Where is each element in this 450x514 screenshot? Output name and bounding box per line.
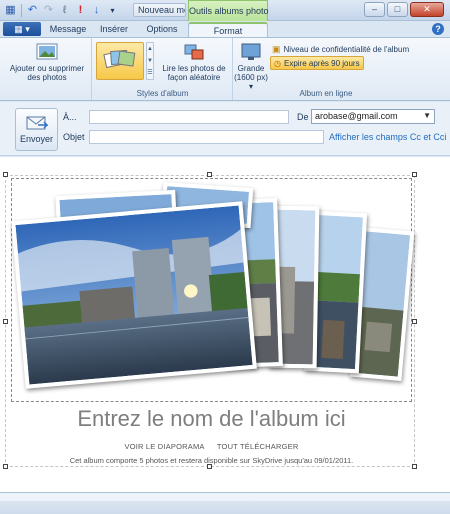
- send-button[interactable]: Envoyer: [15, 108, 58, 151]
- privacy-label: Niveau de confidentialité de l'album: [283, 44, 410, 54]
- to-field[interactable]: [89, 110, 289, 124]
- shuffle-photos-icon: [183, 42, 205, 62]
- message-body[interactable]: Entrez le nom de l'album ici VOIR LE DIA…: [0, 157, 450, 492]
- subject-label: Objet: [63, 132, 85, 142]
- maximize-button[interactable]: □: [387, 2, 408, 17]
- chevron-down-icon: ▼: [423, 111, 431, 120]
- photo-size-label: Grande (1600 px): [234, 64, 268, 82]
- window-title: Nouveau me...: [133, 3, 186, 17]
- priority-high-icon[interactable]: !: [74, 4, 87, 17]
- title-bar: ▦ ↶ ↷ ℓ ! ↓ ▾ Nouveau me... Outils album…: [0, 0, 450, 21]
- attach-icon[interactable]: ℓ: [58, 4, 71, 17]
- from-label: De: [297, 112, 309, 122]
- to-label[interactable]: À...: [63, 112, 77, 122]
- from-select[interactable]: arobase@gmail.com ▼: [311, 109, 435, 124]
- album-styles-group: ▲ ▼ ☰ Lire les photos de façon aléatoire S…: [93, 38, 233, 100]
- album-style-selected[interactable]: [96, 42, 144, 80]
- ribbon: Ajouter ou supprimer des photos ▲ ▼ ☰ Lire…: [0, 37, 450, 101]
- random-order-button[interactable]: Lire les photos de façon aléatoire: [157, 42, 231, 82]
- minimize-button[interactable]: –: [364, 2, 385, 17]
- monitor-icon: [240, 42, 262, 62]
- photos-group: Ajouter ou supprimer des photos: [0, 38, 92, 100]
- undo-icon[interactable]: ↶: [26, 4, 39, 17]
- album-links: VOIR LE DIAPORAMA TOUT TÉLÉCHARGER: [11, 442, 412, 451]
- save-icon[interactable]: ▦: [4, 4, 17, 17]
- tab-options[interactable]: Options: [140, 22, 184, 37]
- tab-inserer[interactable]: Insérer: [92, 22, 136, 37]
- show-cc-link[interactable]: Afficher les champs Cc et Cci: [329, 132, 446, 142]
- horizontal-scrollbar[interactable]: [0, 493, 450, 501]
- app-menu-button[interactable]: ▦ ▾: [3, 22, 41, 36]
- priority-low-icon[interactable]: ↓: [90, 4, 103, 17]
- styles-group-label: Styles d'album: [136, 89, 189, 98]
- subject-field[interactable]: [89, 130, 324, 144]
- album-title-input[interactable]: Entrez le nom de l'album ici: [11, 406, 412, 432]
- download-all-link[interactable]: TOUT TÉLÉCHARGER: [217, 442, 299, 451]
- collage-style-icon: [103, 49, 136, 69]
- online-group-label: Album en ligne: [299, 89, 353, 98]
- window-controls: – □ ✕: [364, 2, 444, 17]
- customize-toolbar-icon[interactable]: ▾: [106, 4, 119, 17]
- tab-message[interactable]: Message: [46, 22, 90, 37]
- resize-handle[interactable]: [3, 464, 8, 469]
- photo-collage[interactable]: [11, 178, 415, 402]
- album-note: Cet album comporte 5 photos et restera d…: [69, 456, 354, 465]
- context-title: Outils albums photo: [188, 0, 269, 21]
- expiry-label: Expire après 90 jours: [283, 58, 360, 68]
- send-label: Envoyer: [19, 134, 54, 144]
- album-photo[interactable]: [11, 201, 257, 389]
- resize-handle[interactable]: [3, 319, 8, 324]
- online-album-group: Grande (1600 px) ▾ ▣ Niveau de confident…: [234, 38, 418, 100]
- quick-access-toolbar: ▦ ↶ ↷ ℓ ! ↓ ▾: [4, 2, 119, 19]
- resize-handle[interactable]: [3, 172, 8, 177]
- tab-format[interactable]: Format: [188, 22, 268, 38]
- resize-handle[interactable]: [412, 464, 417, 469]
- ribbon-tabs: ▦ ▾ Message Insérer Options Format ?: [0, 21, 450, 38]
- photo-size-button[interactable]: Grande (1600 px) ▾: [234, 42, 268, 91]
- add-remove-photos-button[interactable]: Ajouter ou supprimer des photos: [4, 42, 90, 82]
- resize-handle[interactable]: [412, 319, 417, 324]
- random-order-label: Lire les photos de façon aléatoire: [162, 64, 226, 82]
- photo-image: [15, 205, 253, 385]
- lock-icon: ▣: [272, 43, 281, 54]
- send-mail-icon: [26, 115, 49, 131]
- close-button[interactable]: ✕: [410, 2, 444, 17]
- slideshow-link[interactable]: VOIR LE DIAPORAMA: [125, 442, 205, 451]
- resize-handle[interactable]: [412, 172, 417, 177]
- styles-scroll[interactable]: ▲ ▼ ☰: [146, 42, 154, 80]
- clock-icon: ◷: [274, 58, 281, 68]
- photos-icon: [36, 42, 58, 62]
- message-header: Envoyer À... Objet De arobase@gmail.com …: [0, 102, 450, 156]
- privacy-level-button[interactable]: ▣ Niveau de confidentialité de l'album: [272, 42, 409, 56]
- help-icon[interactable]: ?: [432, 23, 444, 35]
- add-remove-label: Ajouter ou supprimer des photos: [9, 64, 85, 82]
- expiry-button[interactable]: ◷ Expire après 90 jours: [270, 56, 364, 70]
- status-bar: [0, 492, 450, 514]
- resize-handle[interactable]: [207, 172, 212, 177]
- from-value: arobase@gmail.com: [315, 111, 398, 121]
- redo-icon[interactable]: ↷: [42, 4, 55, 17]
